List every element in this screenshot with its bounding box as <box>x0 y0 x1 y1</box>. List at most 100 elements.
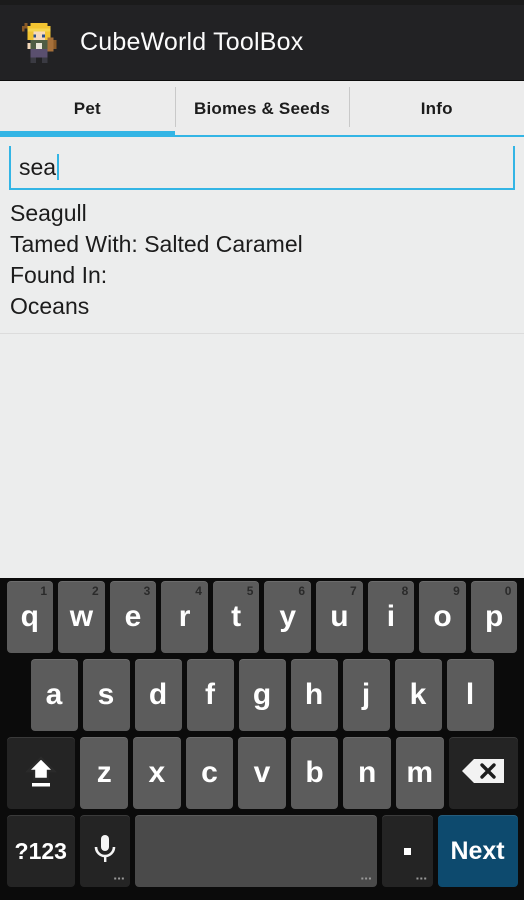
key-h-label: h <box>304 678 324 711</box>
key-y-hint: 6 <box>298 584 306 598</box>
tab-biomes-seeds-label: Biomes & Seeds <box>193 99 331 118</box>
tab-biomes-seeds-indicator <box>174 135 350 137</box>
keyboard-row-4: ?123 ▪▪▪ ▪▪▪ ▪▪▪ Next <box>2 815 522 887</box>
key-p-hint: 0 <box>504 584 512 598</box>
tab-info[interactable]: Info <box>349 81 524 137</box>
period-key[interactable]: ▪▪▪ <box>382 815 433 887</box>
key-r[interactable]: 4 r <box>161 581 208 653</box>
key-a-label: a <box>45 678 63 711</box>
key-g-label: g <box>252 678 272 711</box>
microphone-icon <box>90 832 120 871</box>
key-c-label: c <box>201 756 218 789</box>
search-area: sea <box>0 137 524 190</box>
tab-info-label: Info <box>420 99 453 118</box>
keyboard-row-3: z x c v b n m <box>2 737 522 809</box>
key-o-hint: 9 <box>453 584 460 598</box>
tab-biomes-seeds[interactable]: Biomes & Seeds <box>174 81 350 137</box>
key-v-label: v <box>253 756 271 789</box>
key-p[interactable]: 0 p <box>470 581 518 653</box>
period-key-glyph <box>403 847 411 855</box>
key-e[interactable]: 3 e <box>109 581 157 653</box>
key-f[interactable]: f <box>186 659 234 731</box>
key-b[interactable]: b <box>290 737 339 809</box>
key-n-label: n <box>358 756 377 789</box>
key-y[interactable]: 6 y <box>264 581 312 653</box>
soft-keyboard: 1 q 2 w 3 e 4 r 5 t 6 y 7 u 8 i 9 o 0 p … <box>0 578 524 900</box>
key-a[interactable]: a <box>30 659 78 731</box>
key-c[interactable]: c <box>185 737 234 809</box>
search-input-value: sea <box>19 153 57 180</box>
key-i-hint: 8 <box>401 584 409 598</box>
key-g[interactable]: g <box>238 659 286 731</box>
key-l[interactable]: l <box>446 659 494 731</box>
key-o-label: o <box>433 600 452 633</box>
result-found-in-label: Found In: <box>10 262 108 288</box>
symbols-key[interactable]: ?123 <box>6 815 76 887</box>
space-key[interactable]: ▪▪▪ <box>135 815 378 887</box>
key-v[interactable]: v <box>238 737 286 809</box>
key-x[interactable]: x <box>133 737 181 809</box>
key-i-label: i <box>386 600 396 633</box>
key-q[interactable]: 1 q <box>6 581 54 653</box>
backspace-key[interactable] <box>448 737 518 809</box>
key-k[interactable]: k <box>394 659 442 731</box>
key-e-hint: 3 <box>143 584 151 598</box>
key-n[interactable]: n <box>343 737 391 809</box>
next-key-label: Next <box>450 836 505 865</box>
key-q-hint: 1 <box>40 584 48 598</box>
key-u[interactable]: 7 u <box>316 581 363 653</box>
app-title: CubeWorld ToolBox <box>80 28 304 56</box>
key-f-label: f <box>205 678 215 711</box>
search-input[interactable]: sea <box>9 146 515 190</box>
keyboard-row-2: a s d f g h j k l <box>2 659 522 731</box>
key-m[interactable]: m <box>395 737 444 809</box>
text-caret <box>57 154 60 180</box>
key-w[interactable]: 2 w <box>58 581 105 653</box>
result-found-in-value: Oceans <box>10 293 90 319</box>
result-tamed-with: Tamed With: Salted Caramel <box>10 231 303 257</box>
key-e-label: e <box>124 600 142 633</box>
key-t-hint: 5 <box>246 584 254 598</box>
key-u-hint: 7 <box>349 584 357 598</box>
period-key-more-dots: ▪▪▪ <box>416 874 428 883</box>
key-s[interactable]: s <box>82 659 130 731</box>
result-block[interactable]: Seagull Tamed With: Salted Caramel Found… <box>0 190 524 328</box>
key-j[interactable]: j <box>342 659 390 731</box>
key-q-label: q <box>20 600 39 633</box>
backspace-icon <box>460 755 506 792</box>
shift-key[interactable] <box>6 737 76 809</box>
key-u-label: u <box>330 600 349 633</box>
microphone-key[interactable]: ▪▪▪ <box>80 815 131 887</box>
key-s-label: s <box>97 678 115 711</box>
key-z-label: z <box>96 756 112 789</box>
key-h[interactable]: h <box>290 659 338 731</box>
app-root: CubeWorld ToolBox Pet Biomes & Seeds Inf… <box>0 0 524 900</box>
tab-pet-indicator <box>0 131 175 137</box>
key-k-label: k <box>409 678 427 711</box>
shift-arrow-icon <box>21 751 61 796</box>
keyboard-row-1: 1 q 2 w 3 e 4 r 5 t 6 y 7 u 8 i 9 o 0 p <box>2 581 522 653</box>
key-t[interactable]: 5 t <box>212 581 260 653</box>
tab-info-indicator <box>349 135 524 137</box>
key-y-label: y <box>279 600 297 633</box>
key-d[interactable]: d <box>134 659 182 731</box>
key-o[interactable]: 9 o <box>419 581 466 653</box>
key-z[interactable]: z <box>80 737 129 809</box>
space-key-more-dots: ▪▪▪ <box>360 874 373 883</box>
key-d-label: d <box>148 678 168 711</box>
key-l-label: l <box>465 678 475 711</box>
next-key[interactable]: Next <box>437 815 518 887</box>
cubeworld-character-icon <box>16 20 62 66</box>
microphone-key-more-dots: ▪▪▪ <box>113 874 126 883</box>
key-x-label: x <box>148 756 166 789</box>
tab-pet[interactable]: Pet <box>0 81 175 137</box>
key-j-label: j <box>361 678 371 711</box>
key-p-label: p <box>484 600 504 633</box>
result-divider <box>0 333 524 334</box>
key-t-label: t <box>231 600 242 633</box>
key-i[interactable]: 8 i <box>367 581 415 653</box>
result-name: Seagull <box>10 200 87 226</box>
key-r-hint: 4 <box>195 584 202 598</box>
key-m-label: m <box>406 756 434 789</box>
symbols-key-label: ?123 <box>14 837 67 864</box>
